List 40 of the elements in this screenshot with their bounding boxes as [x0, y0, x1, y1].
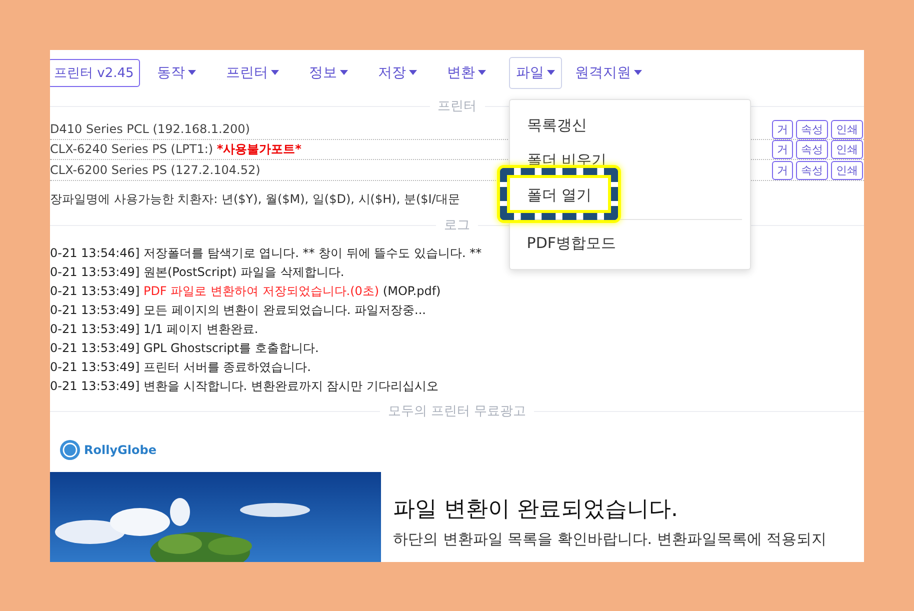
substitution-note: 장파일명에 사용가능한 치환자: 년($Y), 월($M), 일($D), 시($H), 분($I/대문	[50, 191, 460, 208]
log-entry: 0-21 13:53:49] 1/1 페이지 변환완료.	[50, 321, 260, 338]
printer-action-button[interactable]: 인쇄	[831, 160, 863, 180]
brand-logo-text: RollyGlobe	[84, 443, 156, 458]
log-entry: 0-21 13:53:49] 프린터 서버를 종료하였습니다.	[50, 359, 312, 376]
printer-action-button[interactable]: 속성	[796, 120, 828, 139]
section-title: 프린터	[438, 98, 476, 116]
caret-icon	[340, 70, 348, 76]
ad-heading: 파일 변환이 완료되었습니다.	[393, 496, 679, 524]
printer-action-button[interactable]: 인쇄	[831, 140, 863, 160]
log-entry: 0-21 13:53:49] 모든 페이지의 변환이 완료되었습니다. 파일저장중...	[50, 302, 427, 320]
printer-action-button[interactable]: 속성	[796, 140, 828, 160]
caret-icon	[634, 70, 642, 76]
printer-action-button[interactable]: 인쇄	[831, 120, 863, 139]
caret-icon	[478, 70, 486, 76]
caret-icon	[408, 70, 417, 76]
log-entry: 0-21 13:53:49] GPL Ghostscript를 호출합니다.	[50, 340, 320, 358]
globe-logo-icon	[58, 438, 82, 462]
menu-item[interactable]: 목록갱신	[510, 108, 750, 143]
printer-action-button[interactable]: 거	[772, 160, 793, 180]
section-title: 로그	[444, 217, 470, 234]
ad-text: 하단의 변환파일 목록을 확인바랍니다. 변환파일목록에 적용되지	[393, 530, 827, 550]
caret-icon	[546, 70, 555, 76]
printer-name: CLX-6200 Series PS (127.2.104.52)	[50, 163, 260, 178]
log-entry: 0-21 13:53:49] 원본(PostScript) 파일을 삭제합니다.	[50, 264, 346, 282]
app-brand-link[interactable]: 프린터 v2.45	[50, 58, 140, 87]
log-entry: 0-21 13:54:46] 저장폴더를 탐색기로 엽니다. ** 창이 뒤에 뜰수도 있습니다. **	[50, 245, 483, 262]
log-entry: 0-21 13:53:49] 변환을 시작합니다. 변환완료까지 잠시만 기다리십시오	[50, 378, 440, 396]
printer-action-button[interactable]: 속성	[796, 160, 828, 180]
section-title: 모두의 프린터 무료광고	[388, 403, 526, 420]
menu-item[interactable]: 폴더 열기	[510, 178, 750, 213]
menu-tab[interactable]: 파일	[508, 56, 562, 89]
printer-action-button[interactable]: 거	[772, 120, 793, 139]
log-entry: 0-21 13:53:49] PDF 파일로 변환하여 저장되었습니다.(0초) (MOP.pdf)	[50, 283, 442, 300]
menu-item[interactable]: PDF병합모드	[510, 226, 750, 261]
printer-action-button[interactable]: 거	[772, 140, 793, 160]
printer-name: CLX-6240 Series PS (LPT1:) *사용불가포트*	[50, 141, 302, 158]
caret-icon	[188, 70, 196, 76]
printer-name: D410 Series PCL (192.168.1.200)	[50, 122, 250, 136]
caret-icon	[270, 70, 279, 76]
